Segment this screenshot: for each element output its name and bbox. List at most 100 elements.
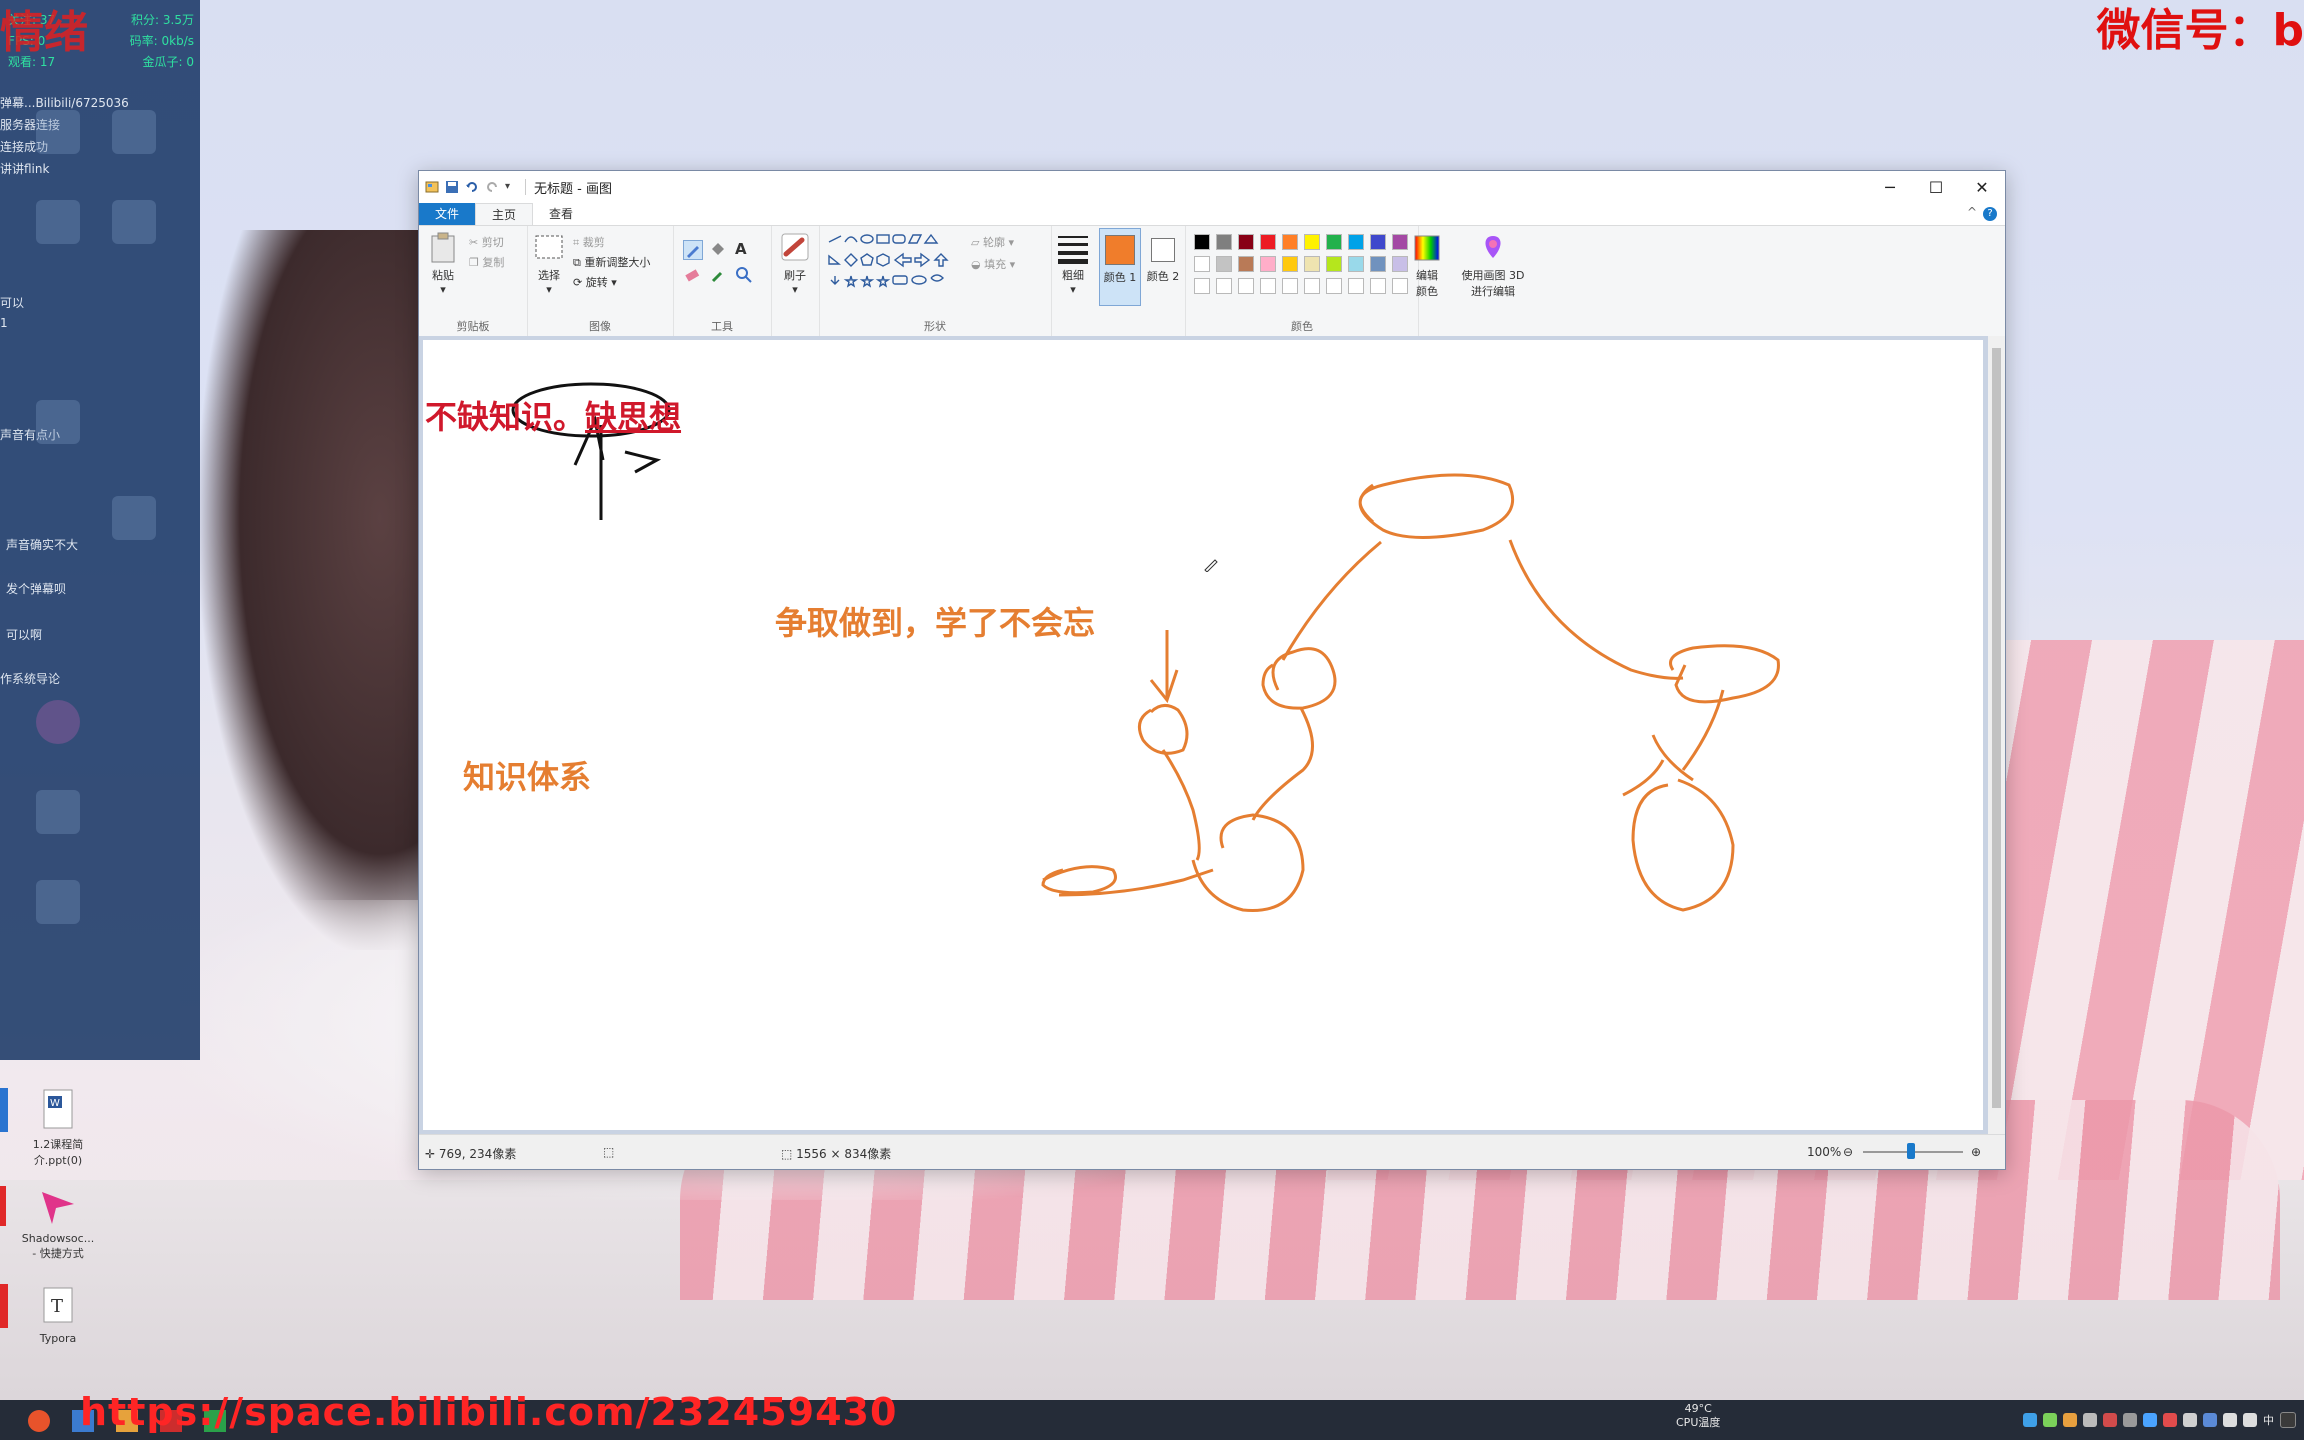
taskbar-app-icon[interactable] xyxy=(28,1410,50,1432)
palette-color-swatch[interactable] xyxy=(1304,256,1320,272)
palette-color-swatch[interactable] xyxy=(1194,234,1210,250)
desktop-icon-shadowsocks[interactable]: Shadowsoc... - 快捷方式 xyxy=(20,1184,96,1261)
tray-icon[interactable] xyxy=(2043,1413,2057,1427)
crop-button[interactable]: ⌗ 裁剪 xyxy=(573,234,605,250)
stat-bitrate: 码率: 0kb/s xyxy=(129,34,194,48)
cut-button[interactable]: ✂ 剪切 xyxy=(469,234,504,250)
palette-color-swatch[interactable] xyxy=(1216,234,1232,250)
vertical-scrollbar[interactable] xyxy=(1988,336,2005,1134)
palette-empty-swatch[interactable] xyxy=(1326,278,1342,294)
palette-color-swatch[interactable] xyxy=(1238,256,1254,272)
tray-icon[interactable] xyxy=(2183,1413,2197,1427)
close-button[interactable]: ✕ xyxy=(1959,171,2005,203)
color1-button[interactable]: 颜色 1 xyxy=(1099,228,1141,306)
save-icon[interactable] xyxy=(445,180,459,194)
paper-plane-icon xyxy=(38,1184,78,1228)
tray-icon[interactable] xyxy=(2023,1413,2037,1427)
tab-view[interactable]: 查看 xyxy=(533,203,589,225)
ime-indicator[interactable]: 中 xyxy=(2263,1412,2274,1428)
palette-empty-swatch[interactable] xyxy=(1216,278,1232,294)
palette-empty-swatch[interactable] xyxy=(1348,278,1364,294)
status-bar: ✛ 769, 234像素 ⬚ ⬚ 1556 × 834像素 100% ⊖ ⊕ xyxy=(419,1134,2005,1169)
desktop-icon-typora[interactable]: T Typora xyxy=(20,1284,96,1345)
eraser-icon[interactable] xyxy=(683,266,701,287)
palette-empty-swatch[interactable] xyxy=(1304,278,1320,294)
copy-button[interactable]: ❐ 复制 xyxy=(469,254,504,270)
undo-icon[interactable] xyxy=(465,180,479,194)
tray-icon[interactable] xyxy=(2103,1413,2117,1427)
text-tool-icon[interactable]: A xyxy=(735,240,747,258)
zoom-out-button[interactable]: ⊖ xyxy=(1843,1145,1853,1159)
tray-icon[interactable] xyxy=(2063,1413,2077,1427)
collapse-ribbon-icon[interactable]: ^ xyxy=(1967,205,1977,219)
zoom-slider-thumb[interactable] xyxy=(1907,1143,1915,1159)
size-button[interactable]: 粗细 ▾ xyxy=(1051,232,1095,296)
chat-message: 1 xyxy=(0,316,8,330)
palette-color-swatch[interactable] xyxy=(1238,234,1254,250)
tray-icon[interactable] xyxy=(2143,1413,2157,1427)
color-picker-icon[interactable] xyxy=(709,266,727,287)
fill-button[interactable]: ◒ 填充 ▾ xyxy=(971,256,1015,272)
palette-color-swatch[interactable] xyxy=(1282,234,1298,250)
palette-color-swatch[interactable] xyxy=(1260,234,1276,250)
title-bar[interactable]: ▾ 无标题 - 画图 ─ ☐ ✕ xyxy=(419,171,2005,203)
drawing-canvas[interactable]: 不缺知识。缺思想 争取做到，学了不会忘 知识体系 xyxy=(423,340,1983,1130)
minimize-button[interactable]: ─ xyxy=(1867,171,1913,203)
palette-color-swatch[interactable] xyxy=(1326,256,1342,272)
help-icon[interactable]: ? xyxy=(1983,207,1997,221)
tray-icon[interactable] xyxy=(2203,1413,2217,1427)
fill-bucket-icon[interactable] xyxy=(709,240,727,261)
palette-color-swatch[interactable] xyxy=(1326,234,1342,250)
desktop-icon-ppt[interactable]: W 1.2课程简介.ppt(0) xyxy=(20,1088,96,1168)
palette-empty-swatch[interactable] xyxy=(1238,278,1254,294)
palette-empty-swatch[interactable] xyxy=(1260,278,1276,294)
volume-icon[interactable] xyxy=(2243,1413,2257,1427)
scrollbar-thumb[interactable] xyxy=(1992,348,2001,1108)
faded-desktop-icon xyxy=(36,700,80,744)
maximize-button[interactable]: ☐ xyxy=(1913,171,1959,203)
palette-color-swatch[interactable] xyxy=(1348,234,1364,250)
pencil-tool[interactable] xyxy=(683,240,703,260)
palette-color-swatch[interactable] xyxy=(1304,234,1320,250)
tray-icon[interactable] xyxy=(2123,1413,2137,1427)
color2-button[interactable]: 颜色 2 xyxy=(1143,228,1183,284)
outline-button[interactable]: ▱ 轮廓 ▾ xyxy=(971,234,1014,250)
palette-empty-swatch[interactable] xyxy=(1370,278,1386,294)
palette-color-swatch[interactable] xyxy=(1216,256,1232,272)
zoom-in-button[interactable]: ⊕ xyxy=(1971,1145,1981,1159)
select-button[interactable]: 选择 ▾ xyxy=(531,232,567,296)
palette-color-swatch[interactable] xyxy=(1348,256,1364,272)
rotate-button[interactable]: ⟳ 旋转 ▾ xyxy=(573,274,617,290)
paint-window[interactable]: ▾ 无标题 - 画图 ─ ☐ ✕ 文件 主页 查看 ^ ? 粘贴 ▾ ✂ 剪切 ❐… xyxy=(418,170,2006,1170)
palette-empty-swatch[interactable] xyxy=(1282,278,1298,294)
tray-icon[interactable] xyxy=(2083,1413,2097,1427)
redo-icon[interactable] xyxy=(485,180,499,194)
palette-color-swatch[interactable] xyxy=(1194,256,1210,272)
pencil-cursor-icon xyxy=(1203,556,1219,576)
tray-icon[interactable] xyxy=(2163,1413,2177,1427)
edit-colors-button[interactable]: 编辑颜色 xyxy=(1405,232,1449,299)
desktop-icon-label: Shadowsoc... - 快捷方式 xyxy=(21,1232,95,1260)
palette-color-swatch[interactable] xyxy=(1260,256,1276,272)
chat-message: 可以啊 xyxy=(6,628,43,642)
palette-color-swatch[interactable] xyxy=(1370,234,1386,250)
tab-file[interactable]: 文件 xyxy=(419,203,476,225)
magnifier-icon[interactable] xyxy=(735,266,753,287)
faded-desktop-icon xyxy=(36,880,80,924)
paint3d-button[interactable]: 使用画图 3D 进行编辑 xyxy=(1455,232,1531,299)
palette-color-swatch[interactable] xyxy=(1282,256,1298,272)
tab-home[interactable]: 主页 xyxy=(475,202,534,226)
faded-desktop-icon xyxy=(36,790,80,834)
notification-icon[interactable] xyxy=(2280,1412,2296,1428)
network-icon[interactable] xyxy=(2223,1413,2237,1427)
resize-button[interactable]: ⧉ 重新调整大小 xyxy=(573,254,650,270)
brushes-button[interactable]: 刷子 ▾ xyxy=(775,232,815,296)
typora-icon: T xyxy=(38,1284,78,1328)
paste-button[interactable]: 粘贴 ▾ xyxy=(425,232,461,296)
shapes-gallery[interactable] xyxy=(825,232,965,298)
customize-toolbar-icon[interactable]: ▾ xyxy=(505,180,519,194)
fill-icon: ◒ xyxy=(971,258,985,271)
palette-color-swatch[interactable] xyxy=(1370,256,1386,272)
partial-desktop-icon xyxy=(0,1088,8,1132)
palette-empty-swatch[interactable] xyxy=(1194,278,1210,294)
